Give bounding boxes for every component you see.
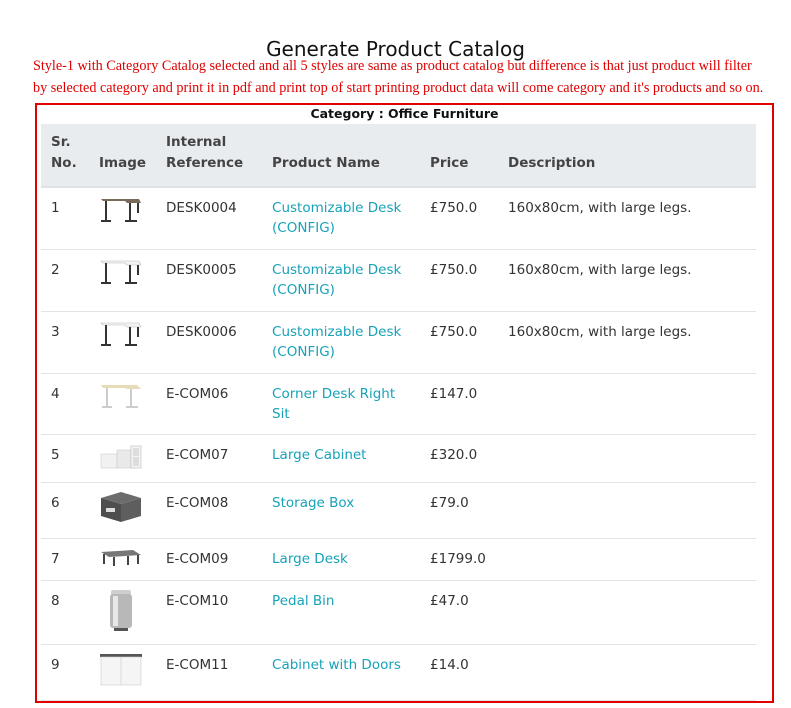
cell-sr-no: 5 (41, 434, 89, 483)
cell-image (89, 482, 157, 539)
table-row: 4 E-COM06 Corner Desk Right Sit £147.0 (41, 373, 756, 435)
cell-image (89, 538, 157, 581)
desk-white-icon (99, 257, 146, 287)
cell-sr-no: 4 (41, 373, 89, 435)
table-row: 1 DESK0004 Customizable Desk (CONFIG) £750.… (41, 187, 756, 250)
cell-price: £14.0 (420, 644, 499, 701)
table-row: 9 E-COM11 Cabinet with Doors £14.0 (41, 644, 756, 701)
cell-description (498, 434, 756, 483)
cell-description (498, 700, 756, 701)
cell-internal-reference: E-COM11 (156, 644, 263, 701)
cell-price: £750.0 (420, 187, 499, 250)
product-name-link[interactable]: Storage Box (272, 495, 354, 511)
product-name-link[interactable]: Large Cabinet (272, 447, 366, 463)
corner-desk-icon (99, 381, 146, 411)
cell-product-name: Customizable Desk (CONFIG) (262, 249, 421, 312)
table-row: 3 DESK0006 Customizable Desk (CONFIG) £750.… (41, 311, 756, 374)
header-product-name: Product Name (262, 124, 421, 188)
cell-product-name: Large Desk (262, 538, 421, 581)
header-internal-reference: Internal Reference (156, 124, 263, 188)
cell-sr-no: 2 (41, 249, 89, 312)
cell-description (498, 644, 756, 701)
desk-dark-icon (99, 195, 146, 225)
cell-internal-reference: DESK0005 (156, 249, 263, 312)
cell-image (89, 373, 157, 435)
annotation-note: Style-1 with Category Catalog selected a… (33, 58, 764, 96)
cell-price: £1799.0 (420, 538, 499, 581)
cell-description (498, 538, 756, 581)
cell-sr-no: 9 (41, 644, 89, 701)
cell-image (89, 249, 157, 312)
cell-product-name: Cabinet with Doors (262, 644, 421, 701)
table-row: 7 E-COM09 Large Desk £1799.0 (41, 538, 756, 581)
cell-sr-no: 7 (41, 538, 89, 581)
table-header-row: Sr. No. Image Internal Reference Product… (41, 124, 756, 188)
product-name-link[interactable]: Customizable Desk (CONFIG) (272, 262, 401, 298)
cell-product-name: Corner Desk Right Sit (262, 373, 421, 435)
cell-price: £16.5 (420, 700, 499, 701)
product-name-link[interactable]: Pedal Bin (272, 593, 334, 609)
cell-price: £79.0 (420, 482, 499, 539)
table-row: 10 E-COM12Conference Chair£16.5 (41, 700, 756, 701)
cell-price: £147.0 (420, 373, 499, 435)
cell-price: £47.0 (420, 580, 499, 645)
cell-product-name: Customizable Desk (CONFIG) (262, 187, 421, 250)
product-name-link[interactable]: Large Desk (272, 551, 348, 567)
cell-sr-no: 6 (41, 482, 89, 539)
cell-sr-no: 8 (41, 580, 89, 645)
cabinet-doors-icon (99, 652, 146, 688)
cell-internal-reference: E-COM12 (156, 700, 263, 701)
cell-description (498, 482, 756, 539)
table-row: 5 E-COM07 Large Cabinet £320.0 (41, 434, 756, 483)
cell-image (89, 644, 157, 701)
header-price: Price (420, 124, 499, 188)
table-row: 2 DESK0005 Customizable Desk (CONFIG) £750.… (41, 249, 756, 312)
desk-white-icon (99, 319, 146, 349)
cell-image (89, 700, 157, 701)
cell-internal-reference: E-COM06 (156, 373, 263, 435)
cell-product-name: Pedal Bin (262, 580, 421, 645)
cell-product-name: Large Cabinet (262, 434, 421, 483)
cell-sr-no: 3 (41, 311, 89, 374)
product-table: Sr. No. Image Internal Reference Product… (41, 124, 756, 701)
category-catalog-frame: Category : Office Furniture Sr. No. Imag… (35, 103, 774, 703)
cell-internal-reference: E-COM10 (156, 580, 263, 645)
category-heading: Category : Office Furniture (310, 106, 499, 121)
pedal-bin-icon (99, 588, 146, 634)
cell-description (498, 580, 756, 645)
header-image: Image (89, 124, 157, 188)
cell-description: 160x80cm, with large legs. (498, 187, 756, 250)
header-sr-no: Sr. No. (41, 124, 89, 188)
cell-image (89, 311, 157, 374)
cell-internal-reference: E-COM08 (156, 482, 263, 539)
cell-internal-reference: DESK0004 (156, 187, 263, 250)
cabinet-icon (99, 442, 146, 472)
cell-price: £320.0 (420, 434, 499, 483)
cell-image (89, 434, 157, 483)
table-row: 8 E-COM10 Pedal Bin £47.0 (41, 580, 756, 645)
cell-description: 160x80cm, with large legs. (498, 249, 756, 312)
cell-internal-reference: DESK0006 (156, 311, 263, 374)
cell-product-name: Conference Chair (262, 700, 421, 701)
product-name-link[interactable]: Corner Desk Right Sit (272, 386, 395, 422)
product-name-link[interactable]: Customizable Desk (CONFIG) (272, 324, 401, 360)
cell-internal-reference: E-COM09 (156, 538, 263, 581)
header-description: Description (498, 124, 756, 188)
cell-product-name: Customizable Desk (CONFIG) (262, 311, 421, 374)
product-name-link[interactable]: Cabinet with Doors (272, 657, 401, 673)
table-row: 6 E-COM08 Storage Box £79.0 (41, 482, 756, 539)
cell-description (498, 373, 756, 435)
cell-price: £750.0 (420, 249, 499, 312)
cell-internal-reference: E-COM07 (156, 434, 263, 483)
cell-sr-no: 10 (41, 700, 89, 701)
storage-box-icon (99, 490, 146, 524)
large-desk-icon (99, 546, 146, 568)
cell-image (89, 580, 157, 645)
cell-price: £750.0 (420, 311, 499, 374)
cell-sr-no: 1 (41, 187, 89, 250)
cell-product-name: Storage Box (262, 482, 421, 539)
cell-description: 160x80cm, with large legs. (498, 311, 756, 374)
product-name-link[interactable]: Customizable Desk (CONFIG) (272, 200, 401, 236)
cell-image (89, 187, 157, 250)
